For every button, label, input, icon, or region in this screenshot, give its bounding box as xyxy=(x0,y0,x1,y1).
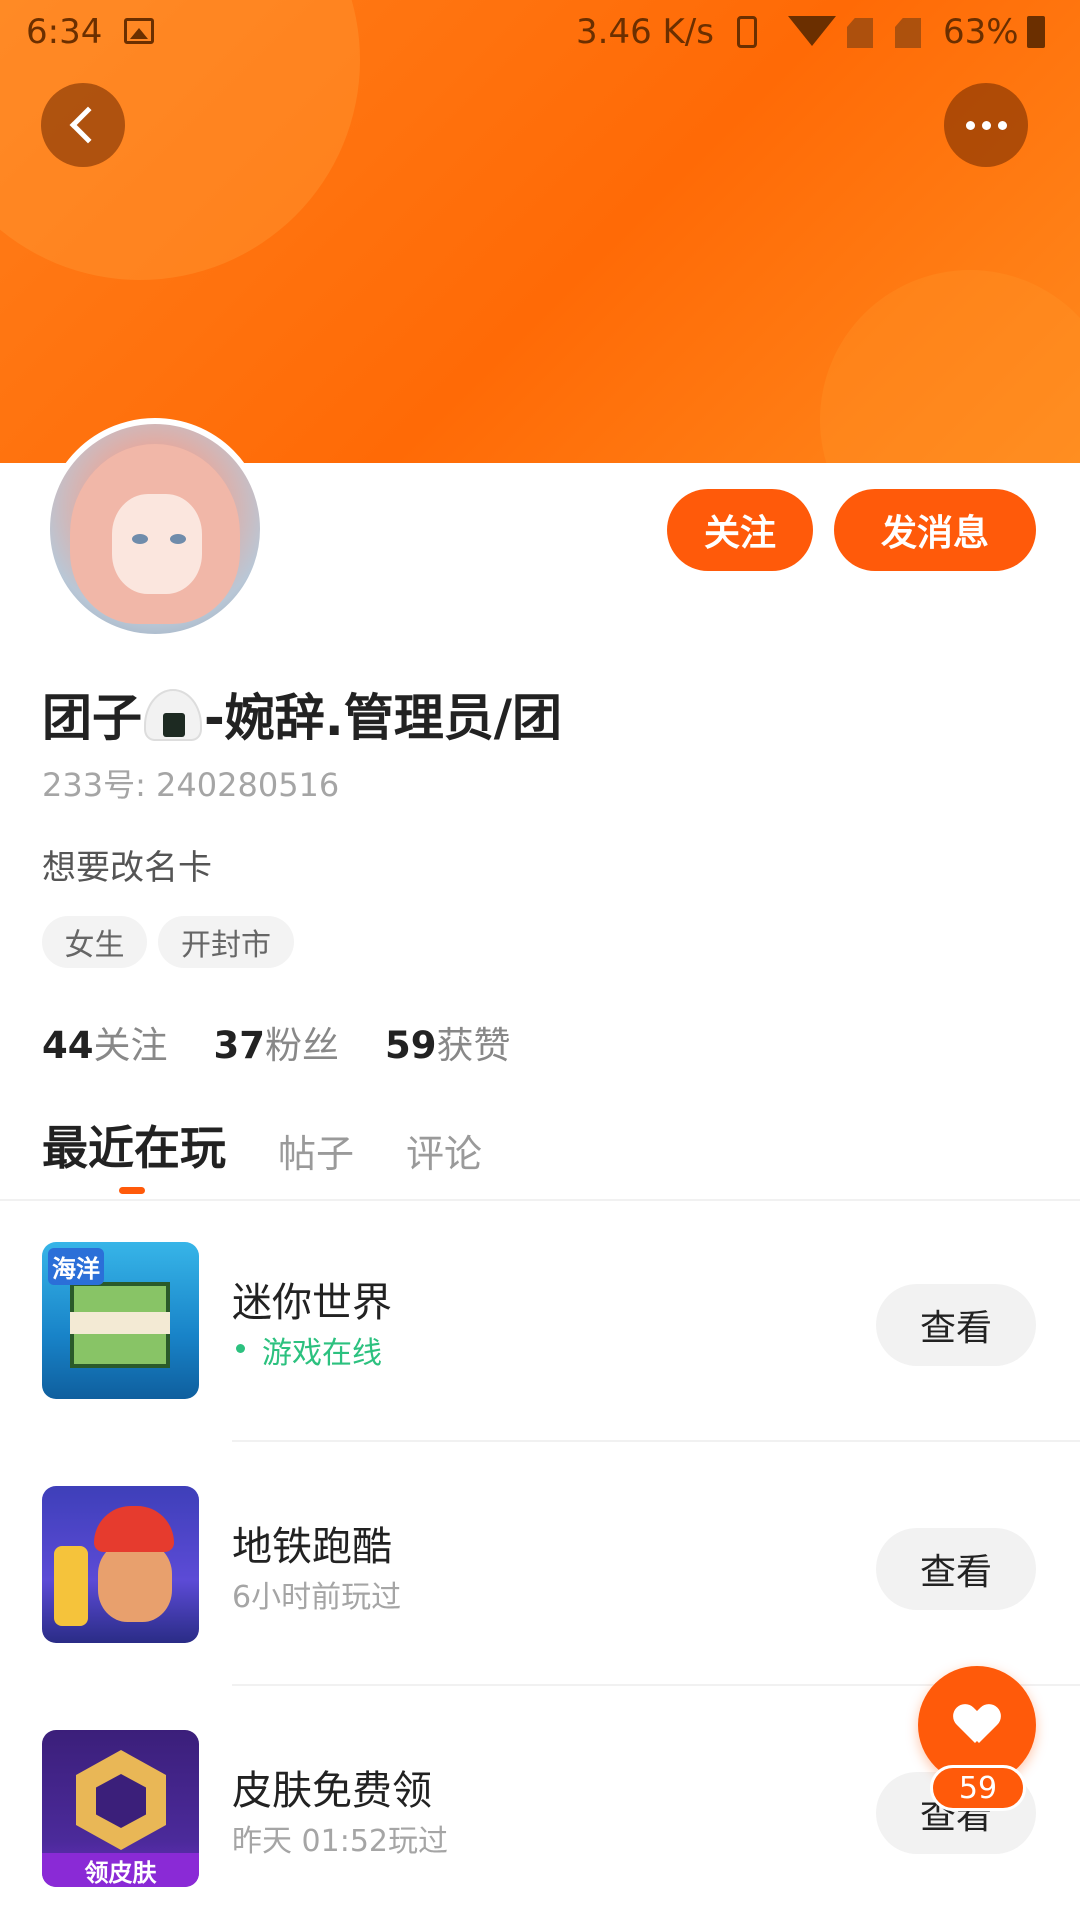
username-suffix: -婉辞.管理员/团 xyxy=(204,689,563,747)
stat-likes[interactable]: 59获赞 xyxy=(385,1015,511,1069)
game-list-item[interactable]: 海洋 迷你世界 游戏在线 查看 xyxy=(0,1202,1080,1442)
divider xyxy=(232,1440,1080,1442)
profile-tabs: 最近在玩 帖子 评论 xyxy=(42,1112,482,1178)
game-icon-caption: 领皮肤 xyxy=(42,1853,199,1887)
username-prefix: 团子 xyxy=(42,689,142,747)
onigiri-emoji-icon xyxy=(144,689,202,741)
game-list-item[interactable]: 地铁跑酷 6小时前玩过 查看 xyxy=(0,1446,1080,1686)
game-name: 皮肤免费领 xyxy=(232,1768,432,1814)
game-icon-subway-surfers[interactable] xyxy=(42,1486,199,1643)
like-count-badge: 59 xyxy=(930,1765,1026,1811)
battery-icon xyxy=(1027,16,1045,48)
chevron-left-icon xyxy=(69,106,107,144)
more-dots-icon xyxy=(965,120,1007,130)
username: 团子 -婉辞.管理员/团 xyxy=(42,678,562,750)
send-message-button[interactable]: 发消息 xyxy=(834,489,1036,571)
battery-percent: 63% xyxy=(943,12,1019,52)
stat-fans[interactable]: 37粉丝 xyxy=(214,1015,340,1069)
stat-number: 59 xyxy=(385,1024,437,1067)
user-bio: 想要改名卡 xyxy=(42,848,212,888)
view-button[interactable]: 查看 xyxy=(876,1284,1036,1366)
game-icon-free-skin[interactable]: 领皮肤 xyxy=(42,1730,199,1887)
game-status-online: 游戏在线 xyxy=(232,1328,382,1372)
banner-decoration xyxy=(820,270,1080,463)
status-time: 6:34 xyxy=(26,12,103,52)
stat-label: 粉丝 xyxy=(265,1024,339,1067)
game-icon-caption: 海洋 xyxy=(48,1248,104,1285)
stat-label: 获赞 xyxy=(436,1024,511,1067)
back-button[interactable] xyxy=(41,83,125,167)
tab-recently-played[interactable]: 最近在玩 xyxy=(42,1112,226,1178)
vibrate-icon xyxy=(737,16,757,48)
sim-signal-icon xyxy=(895,18,921,48)
sim-signal-icon xyxy=(847,18,873,48)
divider xyxy=(0,1199,1080,1201)
stat-number: 37 xyxy=(213,1024,266,1067)
follow-button[interactable]: 关注 xyxy=(667,489,813,571)
wifi-icon xyxy=(788,16,836,46)
stat-label: 关注 xyxy=(93,1024,168,1067)
user-id: 233号: 240280516 xyxy=(42,766,340,804)
image-notification-icon xyxy=(124,18,154,44)
stat-following[interactable]: 44关注 xyxy=(42,1015,168,1069)
game-name: 迷你世界 xyxy=(232,1280,392,1326)
view-button[interactable]: 查看 xyxy=(876,1528,1036,1610)
game-name: 地铁跑酷 xyxy=(232,1524,392,1570)
stat-number: 44 xyxy=(42,1024,94,1067)
tag-gender: 女生 xyxy=(42,916,147,968)
profile-banner xyxy=(0,0,1080,463)
network-speed: 3.46 K/s xyxy=(576,12,714,52)
game-last-played: 昨天 01:52玩过 xyxy=(232,1824,448,1859)
more-button[interactable] xyxy=(944,83,1028,167)
tag-location: 开封市 xyxy=(158,916,294,968)
status-bar: 6:34 3.46 K/s 63% xyxy=(0,0,1080,66)
game-last-played: 6小时前玩过 xyxy=(232,1580,402,1615)
tab-comments[interactable]: 评论 xyxy=(406,1123,482,1178)
avatar[interactable] xyxy=(44,418,266,640)
active-tab-indicator xyxy=(119,1187,145,1194)
heart-icon xyxy=(955,1705,999,1745)
game-icon-mini-world[interactable]: 海洋 xyxy=(42,1242,199,1399)
profile-stats: 44关注 37粉丝 59获赞 xyxy=(42,1015,511,1069)
tab-posts[interactable]: 帖子 xyxy=(278,1123,354,1178)
